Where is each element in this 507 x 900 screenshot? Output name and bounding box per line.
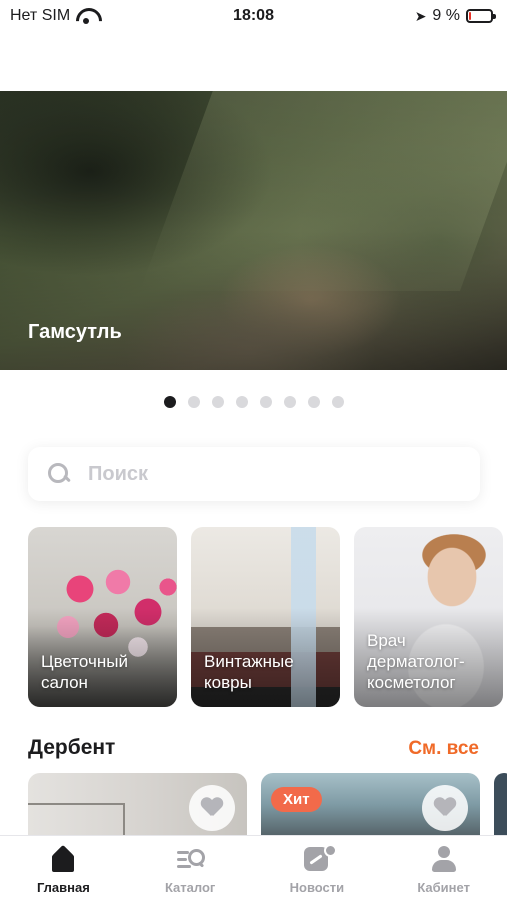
catalog-search-icon	[175, 844, 206, 874]
wifi-icon	[76, 8, 96, 24]
category-label: Винтажные ковры	[204, 652, 294, 692]
hero-title: Гамсутль	[28, 321, 122, 343]
home-icon	[48, 844, 78, 874]
see-all-link[interactable]: См. все	[408, 738, 479, 760]
battery-charging-icon	[466, 9, 496, 23]
section-header: Дербент См. все	[28, 736, 479, 760]
category-card-flower-salon[interactable]: Цветочный салон	[28, 527, 177, 707]
search-icon	[46, 461, 72, 487]
tab-label: Новости	[289, 880, 345, 895]
carousel-dot[interactable]	[283, 396, 296, 408]
carousel-dot[interactable]	[307, 396, 320, 408]
heart-icon	[434, 798, 456, 818]
carousel-dot[interactable]	[163, 396, 176, 408]
listing-card[interactable]: Хит	[261, 773, 480, 835]
tab-bar: Главная Каталог Новости Кабинет	[0, 835, 507, 900]
hit-badge: Хит	[271, 787, 322, 812]
category-card-dermatologist[interactable]: Врач дерматолог- косметолог	[354, 527, 503, 707]
listing-carousel: Хит	[28, 773, 507, 835]
carousel-dot[interactable]	[235, 396, 248, 408]
tab-news[interactable]: Новости	[267, 844, 367, 900]
category-label: Врач дерматолог- косметолог	[367, 631, 465, 692]
battery-level	[469, 12, 471, 20]
tab-catalog[interactable]: Каталог	[140, 844, 240, 900]
favorite-button[interactable]	[189, 785, 235, 831]
location-arrow-icon: ➤	[414, 7, 427, 24]
carrier-label: Нет SIM	[10, 7, 71, 24]
carousel-pagination[interactable]	[0, 396, 507, 408]
news-icon	[302, 844, 337, 874]
listing-card-partial[interactable]	[494, 773, 507, 835]
carousel-dot[interactable]	[259, 396, 272, 408]
tab-home[interactable]: Главная	[13, 844, 113, 900]
carousel-dot[interactable]	[331, 396, 344, 408]
battery-percent: 9 %	[432, 7, 460, 24]
favorite-button[interactable]	[422, 785, 468, 831]
status-time: 18:08	[233, 7, 274, 24]
listing-card[interactable]	[28, 773, 247, 835]
tab-profile[interactable]: Кабинет	[394, 844, 494, 900]
tab-label: Кабинет	[417, 880, 470, 895]
tab-label: Главная	[36, 880, 90, 895]
section-title: Дербент	[28, 736, 116, 759]
status-left: Нет SIM	[10, 7, 96, 25]
profile-icon	[429, 844, 459, 874]
carousel-dot[interactable]	[211, 396, 224, 408]
status-right: ➤ 9 %	[414, 7, 496, 25]
search-bar[interactable]	[28, 447, 480, 501]
carousel-dot[interactable]	[187, 396, 200, 408]
heart-icon	[201, 798, 223, 818]
category-cards: Цветочный салон Винтажные ковры Врач дер…	[28, 527, 507, 707]
category-card-vintage-carpets[interactable]: Винтажные ковры	[191, 527, 340, 707]
category-label: Цветочный салон	[41, 652, 128, 692]
status-bar: Нет SIM 18:08 ➤ 9 %	[0, 0, 507, 32]
tab-label: Каталог	[164, 880, 216, 895]
hero-banner[interactable]: Гамсутль	[0, 91, 507, 370]
search-input[interactable]	[88, 462, 448, 486]
